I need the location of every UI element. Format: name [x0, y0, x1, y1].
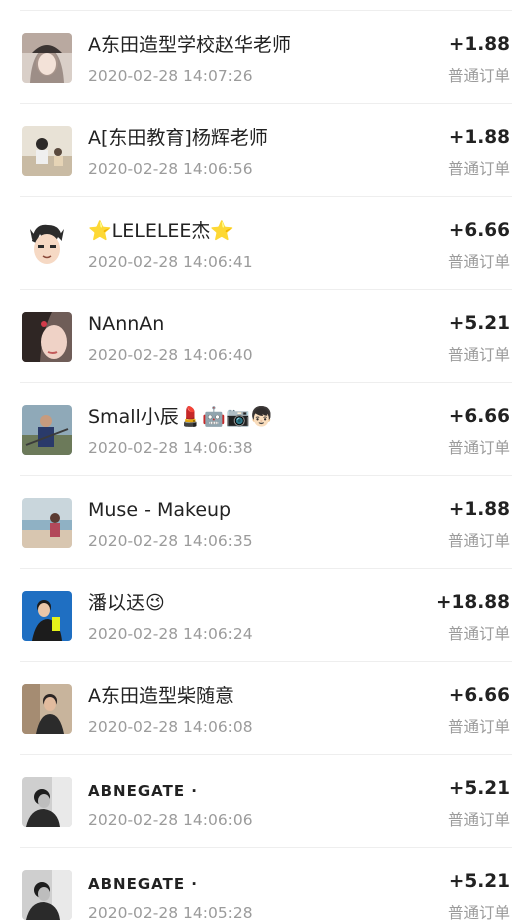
- order-type: 普通订单: [447, 160, 510, 178]
- customer-name: ABNEGATE ·: [88, 875, 198, 893]
- order-row[interactable]: ABNEGATE · 2020-02-28 14:06:06 +5.21 普通订…: [0, 755, 532, 848]
- order-amount: +5.21: [448, 778, 510, 799]
- order-time: 2020-02-28 14:06:08: [88, 718, 253, 736]
- customer-name: NAnnAn: [88, 313, 165, 335]
- order-time: 2020-02-28 14:06:40: [88, 346, 253, 364]
- order-row[interactable]: Small小辰💄🤖📷👦🏻 2020-02-28 14:06:38 +6.66 普…: [0, 383, 532, 476]
- avatar-beach-woman-icon: [22, 498, 72, 548]
- customer-name: ⭐LELELEE杰⭐: [88, 220, 235, 242]
- customer-name: Muse - Makeup: [88, 499, 232, 521]
- order-amount: +1.88: [448, 34, 510, 55]
- order-time: 2020-02-28 14:07:26: [88, 67, 253, 85]
- order-amount: +1.88: [448, 127, 510, 148]
- order-type: 普通订单: [447, 439, 510, 457]
- order-row[interactable]: ⭐LELELEE杰⭐ 2020-02-28 14:06:41 +6.66 普通订…: [0, 197, 532, 290]
- customer-name: 潘以迗😉: [88, 592, 165, 614]
- order-time: 2020-02-28 14:06:38: [88, 439, 253, 457]
- avatar-classroom-icon: [22, 126, 72, 176]
- avatar-bw-portrait-icon: [22, 777, 72, 827]
- order-type: 普通订单: [447, 532, 510, 550]
- avatar-man-outdoor-icon: [22, 405, 72, 455]
- order-amount: +6.66: [448, 220, 510, 241]
- order-row[interactable]: Muse - Makeup 2020-02-28 14:06:35 +1.88 …: [0, 476, 532, 569]
- order-row[interactable]: 潘以迗😉 2020-02-28 14:06:24 +18.88 普通订单: [0, 569, 532, 662]
- order-time: 2020-02-28 14:05:28: [88, 904, 253, 922]
- order-amount: +5.21: [448, 871, 510, 892]
- order-type: 普通订单: [447, 718, 510, 736]
- order-type: 普通订单: [447, 346, 510, 364]
- avatar-cartoon-boy-icon: [22, 219, 72, 269]
- order-time: 2020-02-28 14:06:35: [88, 532, 253, 550]
- order-time: 2020-02-28 14:06:41: [88, 253, 253, 271]
- order-list: A东田造型学校赵华老师 2020-02-28 14:07:26 +1.88 普通…: [0, 0, 532, 923]
- order-time: 2020-02-28 14:06:06: [88, 811, 253, 829]
- order-row[interactable]: A东田造型学校赵华老师 2020-02-28 14:07:26 +1.88 普通…: [0, 11, 532, 104]
- order-time: 2020-02-28 14:06:24: [88, 625, 253, 643]
- order-amount: +18.88: [435, 592, 510, 613]
- order-row[interactable]: ABNEGATE · 2020-02-28 14:05:28 +5.21 普通订…: [0, 848, 532, 923]
- order-amount: +6.66: [448, 406, 510, 427]
- order-time: 2020-02-28 14:06:56: [88, 160, 253, 178]
- order-row[interactable]: A东田造型柴随意 2020-02-28 14:06:08 +6.66 普通订单: [0, 662, 532, 755]
- order-row[interactable]: NAnnAn 2020-02-28 14:06:40 +5.21 普通订单: [0, 290, 532, 383]
- customer-name: ABNEGATE ·: [88, 782, 198, 800]
- order-row[interactable]: A[东田教育]杨辉老师 2020-02-28 14:06:56 +1.88 普通…: [0, 104, 532, 197]
- order-type: 普通订单: [447, 811, 510, 829]
- avatar-girl-portrait-icon: [22, 312, 72, 362]
- avatar-man-indoor-icon: [22, 684, 72, 734]
- customer-name: A[东田教育]杨辉老师: [88, 127, 268, 149]
- customer-name: Small小辰💄🤖📷👦🏻: [88, 406, 274, 428]
- order-type: 普通订单: [447, 625, 510, 643]
- order-type: 普通订单: [447, 904, 510, 922]
- avatar-selfie-icon: [22, 591, 72, 641]
- order-type: 普通订单: [447, 67, 510, 85]
- customer-name: A东田造型柴随意: [88, 685, 234, 707]
- avatar-girl-hat-icon: [22, 33, 72, 83]
- avatar-bw-portrait-icon: [22, 870, 72, 920]
- order-type: 普通订单: [447, 253, 510, 271]
- order-amount: +1.88: [448, 499, 510, 520]
- customer-name: A东田造型学校赵华老师: [88, 34, 291, 56]
- order-amount: +5.21: [448, 313, 510, 334]
- order-amount: +6.66: [448, 685, 510, 706]
